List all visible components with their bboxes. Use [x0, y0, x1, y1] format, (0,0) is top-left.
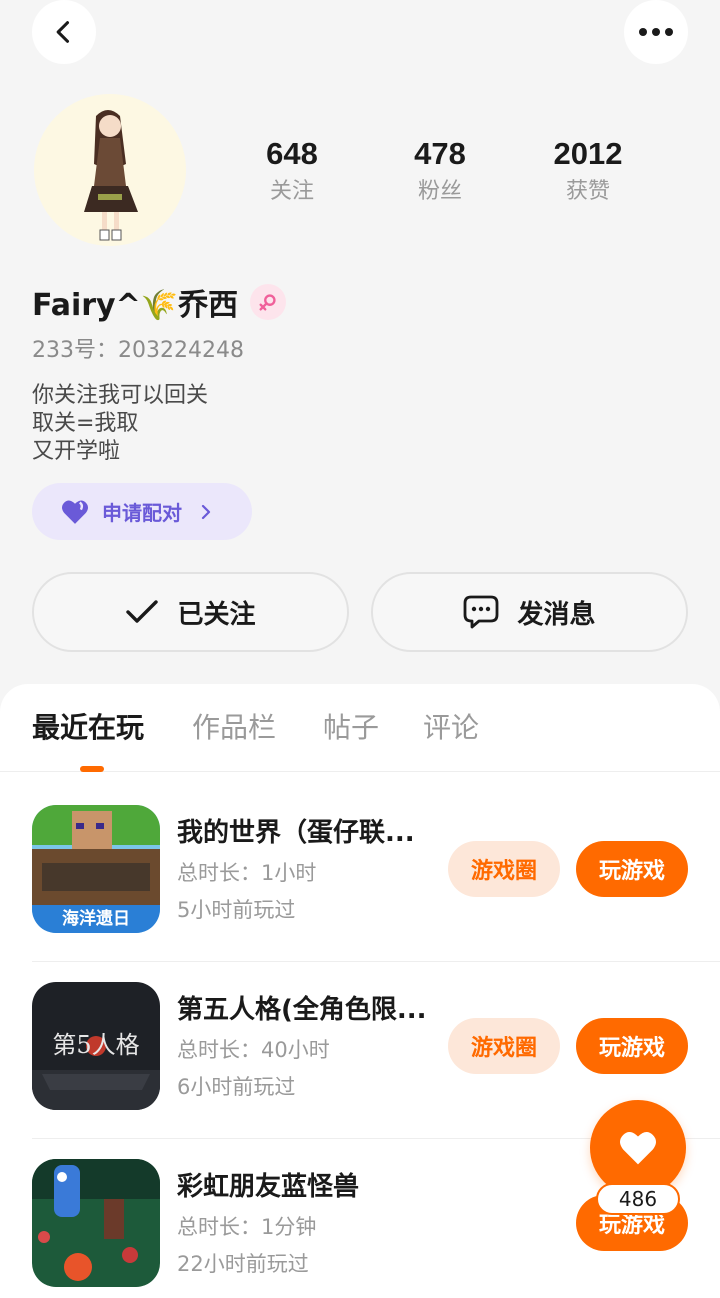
game-icon-identity-v[interactable]: 第5人格: [32, 982, 160, 1110]
bio-line: 又开学啦: [32, 439, 121, 464]
game-duration: 总时长：1分钟: [177, 1215, 317, 1239]
stat-followers-value: 478: [414, 136, 466, 171]
more-button[interactable]: [624, 0, 688, 64]
bio-line: 取关=我取: [32, 411, 139, 436]
name-row: Fairy^🌾乔西: [32, 280, 287, 324]
minecraft-icon-caption: 海洋遗日: [62, 909, 130, 929]
top-bar: [0, 0, 720, 64]
like-button[interactable]: [590, 1100, 686, 1196]
game-last-played: 5小时前玩过: [177, 898, 296, 922]
game-title: 彩虹朋友蓝怪兽: [177, 1172, 360, 1202]
play-game-button[interactable]: 玩游戏: [576, 841, 688, 897]
game-icon-minecraft[interactable]: 海洋遗日: [32, 805, 160, 933]
check-icon: [126, 600, 159, 623]
followed-label: 已关注: [177, 599, 256, 630]
user-id: 233号：203224248: [32, 338, 244, 363]
stat-followers[interactable]: 478 粉丝: [366, 134, 514, 210]
avatar[interactable]: [34, 94, 186, 246]
gender-badge: [250, 284, 287, 320]
identity-v-icon-caption: 第5人格: [52, 1031, 140, 1059]
bio-line: 你关注我可以回关: [32, 383, 209, 408]
heart-icon: [62, 499, 88, 524]
game-title: 我的世界（蛋仔联...: [177, 818, 415, 848]
female-icon: [259, 294, 276, 311]
profile-stats: 648 关注 478 粉丝 2012 获赞: [218, 134, 662, 210]
profile-name: Fairy^🌾乔西: [32, 288, 239, 323]
stat-likes-value: 2012: [553, 136, 623, 171]
game-circle-button[interactable]: 游戏圈: [448, 841, 560, 897]
game-duration: 总时长：40小时: [177, 1038, 330, 1062]
chat-bubble-icon: [464, 595, 499, 629]
tab-recently-played[interactable]: 最近在玩: [32, 710, 144, 746]
heart-icon: [620, 1132, 656, 1165]
avatar-girl-illustration: [34, 94, 186, 246]
game-icon-rainbow-friends[interactable]: [32, 1159, 160, 1287]
tab-bar: 最近在玩 作品栏 帖子 评论: [0, 684, 720, 772]
stat-followers-label: 粉丝: [417, 179, 462, 204]
game-row[interactable]: 海洋遗日 我的世界（蛋仔联... 总时长：1小时 5小时前玩过 游戏圈 玩游戏: [0, 785, 720, 962]
bio: 你关注我可以回关 取关=我取 又开学啦: [32, 382, 208, 466]
game-last-played: 6小时前玩过: [177, 1075, 296, 1099]
game-title: 第五人格(全角色限...: [177, 995, 427, 1025]
game-last-played: 22小时前玩过: [177, 1252, 309, 1276]
active-tab-indicator: [80, 766, 104, 772]
more-horizontal-icon: [639, 28, 673, 36]
stat-following-label: 关注: [269, 179, 314, 204]
back-button[interactable]: [32, 0, 96, 64]
stat-likes[interactable]: 2012 获赞: [514, 134, 662, 210]
send-message-button[interactable]: 发消息: [371, 572, 688, 652]
chevron-right-icon: [201, 504, 211, 519]
stat-following[interactable]: 648 关注: [218, 134, 366, 210]
tab-posts[interactable]: 帖子: [323, 710, 379, 746]
play-game-button[interactable]: 玩游戏: [576, 1018, 688, 1074]
followed-button[interactable]: 已关注: [32, 572, 349, 652]
send-message-label: 发消息: [517, 599, 596, 630]
like-count: 486: [596, 1183, 680, 1215]
game-duration: 总时长：1小时: [177, 861, 317, 885]
request-match-button[interactable]: 申请配对: [32, 483, 252, 540]
rainbow-friends-icon: [32, 1159, 160, 1287]
stat-following-value: 648: [266, 136, 318, 171]
game-circle-button[interactable]: 游戏圈: [448, 1018, 560, 1074]
request-match-label: 申请配对: [102, 501, 182, 525]
tab-works[interactable]: 作品栏: [192, 710, 276, 746]
stat-likes-label: 获赞: [565, 179, 610, 204]
tab-comments[interactable]: 评论: [423, 710, 479, 746]
chevron-left-icon: [56, 21, 70, 43]
